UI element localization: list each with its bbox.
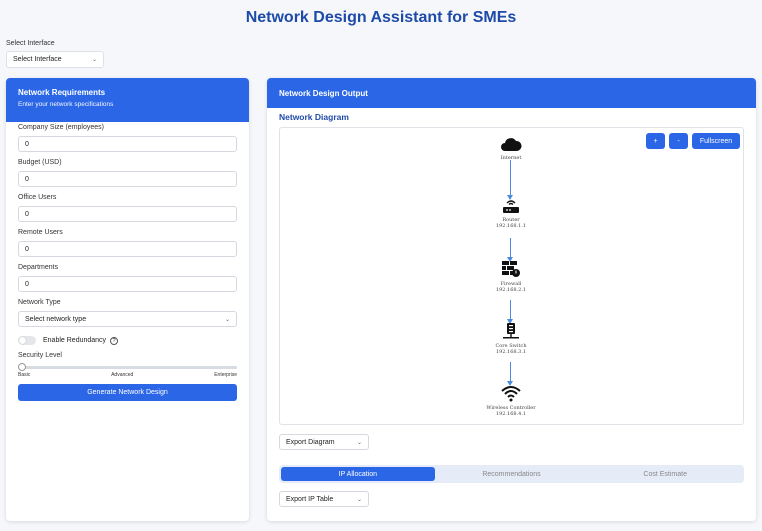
requirements-subtitle: Enter your network specifications	[18, 101, 114, 108]
zoom-out-button[interactable]: -	[669, 133, 688, 149]
zoom-in-button[interactable]: +	[646, 133, 665, 149]
export-ip-table-select[interactable]: Export IP Table ⌄	[279, 491, 369, 507]
diagram-title: Network Diagram	[279, 112, 349, 122]
help-icon[interactable]: ?	[110, 336, 119, 345]
export-diagram-select[interactable]: Export Diagram ⌄	[279, 434, 369, 450]
cloud-icon	[501, 138, 522, 151]
tick-advanced: Advanced	[111, 372, 134, 378]
company-size-label: Company Size (employees)	[18, 124, 104, 131]
wifi-icon	[501, 386, 521, 402]
redundancy-label: Enable Redundancy	[43, 337, 107, 344]
redundancy-row: Enable Redundancy ?	[18, 336, 237, 345]
firewall-icon	[502, 261, 520, 277]
departments-input[interactable]: 0	[18, 276, 237, 292]
tick-basic: Basic	[18, 372, 31, 378]
company-size-value: 0	[25, 140, 29, 148]
security-level-slider[interactable]	[18, 363, 237, 371]
node-internet-name: Internet	[500, 155, 522, 161]
edge-firewall-switch	[510, 300, 511, 320]
budget-value: 0	[25, 175, 29, 183]
office-users-value: 0	[25, 210, 29, 218]
app-title: Network Design Assistant for SMEs	[245, 9, 517, 26]
security-level-ticks: Basic Advanced Enterprise	[18, 372, 237, 378]
fullscreen-button[interactable]: Fullscreen	[692, 133, 740, 149]
node-firewall-ip: 192.168.2.1	[495, 287, 527, 294]
requirements-header: Network Requirements Enter your network …	[6, 78, 249, 122]
output-title: Network Design Output	[279, 88, 368, 98]
edge-router-firewall	[510, 238, 511, 258]
generate-network-design-button[interactable]: Generate Network Design	[18, 384, 237, 401]
tab-ip-allocation[interactable]: IP Allocation	[281, 467, 435, 481]
network-type-label: Network Type	[18, 299, 61, 306]
network-design-output-panel: Network Design Output Network Diagram + …	[267, 78, 756, 521]
network-type-select[interactable]: Select network type ⌄	[18, 311, 237, 327]
node-core-switch[interactable]: Core Switch 192.168.3.1	[450, 322, 572, 356]
chevron-down-icon: ⌄	[224, 316, 230, 323]
edge-switch-wireless	[510, 362, 511, 382]
remote-users-input[interactable]: 0	[18, 241, 237, 257]
edge-internet-router	[510, 160, 511, 196]
tab-recommendations[interactable]: Recommendations	[435, 467, 589, 481]
switch-icon	[503, 323, 519, 339]
interface-label: Select Interface	[6, 40, 55, 47]
node-wireless-controller-ip: 192.168.4.1	[495, 411, 527, 418]
output-tabs: IP Allocation Recommendations Cost Estim…	[279, 465, 744, 483]
node-firewall[interactable]: Firewall 192.168.2.1	[450, 260, 572, 294]
network-type-value: Select network type	[25, 315, 87, 323]
node-router[interactable]: Router 192.168.1.1	[450, 198, 572, 230]
departments-value: 0	[25, 280, 29, 288]
company-size-input[interactable]: 0	[18, 136, 237, 152]
router-icon	[503, 200, 519, 213]
departments-label: Departments	[18, 264, 59, 271]
tab-cost-estimate[interactable]: Cost Estimate	[588, 467, 742, 481]
tick-enterprise: Enterprise	[214, 372, 237, 378]
chevron-down-icon: ⌄	[356, 496, 362, 503]
budget-label: Budget (USD)	[18, 159, 62, 166]
export-diagram-label: Export Diagram	[286, 438, 335, 446]
export-ip-table-label: Export IP Table	[286, 495, 334, 503]
chevron-down-icon: ⌄	[356, 439, 362, 446]
interface-select[interactable]: Select Interface ⌄	[6, 51, 104, 68]
office-users-input[interactable]: 0	[18, 206, 237, 222]
redundancy-toggle[interactable]	[18, 336, 36, 345]
node-wireless-controller[interactable]: Wireless Controller 192.168.4.1	[450, 384, 572, 418]
security-slider-handle[interactable]	[18, 363, 26, 371]
remote-users-value: 0	[25, 245, 29, 253]
remote-users-label: Remote Users	[18, 229, 63, 236]
requirements-title: Network Requirements	[18, 88, 106, 97]
office-users-label: Office Users	[18, 194, 57, 201]
node-router-ip: 192.168.1.1	[495, 223, 527, 230]
network-diagram-canvas[interactable]: + - Fullscreen Internet Router 192.168.1…	[279, 127, 744, 425]
node-internet[interactable]: Internet	[450, 136, 572, 161]
network-requirements-panel: Network Requirements Enter your network …	[6, 78, 249, 521]
budget-input[interactable]: 0	[18, 171, 237, 187]
node-core-switch-ip: 192.168.3.1	[495, 349, 527, 356]
output-header: Network Design Output	[267, 78, 756, 108]
security-level-label: Security Level	[18, 352, 62, 359]
chevron-down-icon: ⌄	[91, 57, 97, 63]
interface-select-value: Select Interface	[13, 56, 62, 63]
requirements-form: Company Size (employees) 0 Budget (USD) …	[6, 124, 249, 401]
